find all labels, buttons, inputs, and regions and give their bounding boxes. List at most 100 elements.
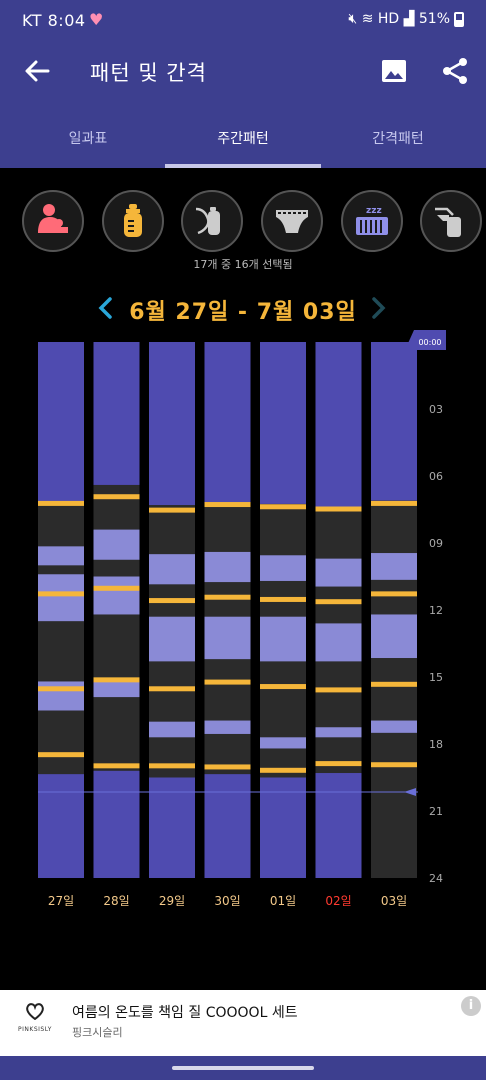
category-pumped-milk[interactable] xyxy=(181,190,243,252)
category-bottle[interactable] xyxy=(102,190,164,252)
breastfeeding-icon xyxy=(38,204,68,233)
feed-marker xyxy=(204,594,251,600)
clock: 8:04 xyxy=(47,11,86,30)
share-icon[interactable] xyxy=(440,56,470,86)
category-breastfeeding[interactable] xyxy=(22,190,84,252)
weekly-pattern-chart: 27일 28일 29일 30일 01일 02일 03일 00:00 03 06 09 12 15 18 21… xyxy=(38,330,446,908)
back-arrow-icon[interactable] xyxy=(22,56,52,86)
sleep-block xyxy=(93,770,140,878)
sleep-block xyxy=(204,774,251,878)
nap-block xyxy=(204,616,251,660)
next-week-chevron-icon[interactable] xyxy=(370,296,388,320)
feed-marker xyxy=(260,504,306,510)
battery-percent: 51% xyxy=(418,11,450,27)
nap-block xyxy=(260,616,306,662)
feed-marker xyxy=(315,506,362,512)
day-label: 03일 xyxy=(381,894,407,908)
feed-marker xyxy=(371,681,417,687)
nap-block xyxy=(371,553,417,580)
diaper-icon xyxy=(276,210,308,233)
tab-weekly-pattern[interactable]: 주간패턴 xyxy=(163,128,323,148)
category-sleep[interactable]: zzz xyxy=(341,190,403,252)
mute-icon: 🔇︎ xyxy=(348,11,358,27)
feed-marker xyxy=(315,761,362,767)
nap-block xyxy=(315,727,362,738)
y-tick-label: 09 xyxy=(429,537,443,550)
nap-block xyxy=(38,546,84,566)
pumped-milk-icon xyxy=(195,207,220,235)
page-title: 패턴 및 간격 xyxy=(90,61,207,85)
breast-pump-icon xyxy=(435,207,461,237)
hd-badge: HD xyxy=(377,11,400,27)
day-label: 27일 xyxy=(48,894,74,908)
heart-icon: ♥ xyxy=(89,10,104,29)
feed-marker xyxy=(149,598,195,604)
nap-block xyxy=(315,558,362,587)
tab-bar: 일과표 주간패턴 간격패턴 xyxy=(0,118,486,168)
brand-logo-icon xyxy=(26,1003,44,1020)
day-label: 01일 xyxy=(270,894,296,908)
date-navigator: 6월 27일 - 7월 03일 xyxy=(0,290,486,330)
nap-block xyxy=(149,616,195,662)
y-tick-label: 18 xyxy=(429,738,443,751)
nap-block xyxy=(204,551,251,583)
svg-text:zzz: zzz xyxy=(366,206,382,216)
feed-marker xyxy=(260,596,306,602)
ad-subtitle: 핑크시슬리 xyxy=(72,1026,123,1039)
feed-marker xyxy=(371,591,417,597)
day-label: 28일 xyxy=(103,894,129,908)
nap-block xyxy=(204,720,251,734)
feed-marker xyxy=(93,677,140,683)
feed-marker xyxy=(93,494,140,500)
sleep-block xyxy=(371,342,417,501)
feed-marker xyxy=(371,500,417,506)
nap-block xyxy=(149,554,195,585)
ad-title: 여름의 온도를 책임 질 COOOOL 세트 xyxy=(72,1005,298,1021)
sleep-block xyxy=(93,342,140,485)
nap-block xyxy=(93,576,140,615)
image-icon[interactable] xyxy=(380,57,408,85)
sleep-block xyxy=(260,342,306,504)
feed-marker xyxy=(260,684,306,690)
ad-banner[interactable]: PINKSISLY 여름의 온도를 책임 질 COOOOL 세트 핑크시슬리 i xyxy=(0,990,486,1056)
bottle-icon xyxy=(124,204,142,237)
feed-marker xyxy=(204,502,251,508)
sleep-block xyxy=(315,773,362,878)
ad-brand-logo: PINKSISLY xyxy=(12,996,58,1048)
system-indicators: 🔇︎ ≋ HD ▟ 51% xyxy=(348,11,450,27)
sleep-block xyxy=(149,342,195,506)
sleep-block xyxy=(149,777,195,878)
tab-interval-pattern[interactable]: 간격패턴 xyxy=(318,128,478,148)
battery-icon xyxy=(454,12,464,27)
nap-block xyxy=(149,721,195,738)
feed-marker xyxy=(149,763,195,769)
sleep-block xyxy=(38,342,84,504)
feed-marker xyxy=(149,507,195,513)
feed-marker xyxy=(315,599,362,605)
day-label: 30일 xyxy=(214,894,240,908)
nap-block xyxy=(315,623,362,662)
category-diaper[interactable] xyxy=(261,190,323,252)
feed-marker xyxy=(149,686,195,692)
ad-info-icon[interactable]: i xyxy=(461,996,481,1016)
nap-block xyxy=(38,574,84,622)
feed-marker xyxy=(93,585,140,591)
tab-schedule[interactable]: 일과표 xyxy=(8,128,168,148)
sleep-icon: zzz xyxy=(356,206,388,235)
y-tick-label: 03 xyxy=(429,403,443,416)
ad-brand-text: PINKSISLY xyxy=(18,1026,52,1033)
home-indicator[interactable] xyxy=(172,1066,314,1070)
status-bar: KT 8:04 ♥ 🔇︎ ≋ HD ▟ 51% xyxy=(0,0,486,40)
sleep-block xyxy=(315,342,362,508)
nap-block xyxy=(260,555,306,581)
category-breast-pump[interactable] xyxy=(420,190,482,252)
carrier-label: KT xyxy=(22,11,43,30)
app-header: KT 8:04 ♥ 🔇︎ ≋ HD ▟ 51% 패턴 및 간격 일과표 주간패턴… xyxy=(0,0,486,168)
day-label: 29일 xyxy=(159,894,185,908)
feed-marker xyxy=(38,500,84,506)
y-tick-label: 00:00 xyxy=(418,338,441,347)
nap-block xyxy=(93,529,140,560)
sleep-block xyxy=(38,774,84,878)
selection-count: 17개 중 16개 선택됨 xyxy=(193,258,293,271)
feed-marker xyxy=(371,762,417,768)
